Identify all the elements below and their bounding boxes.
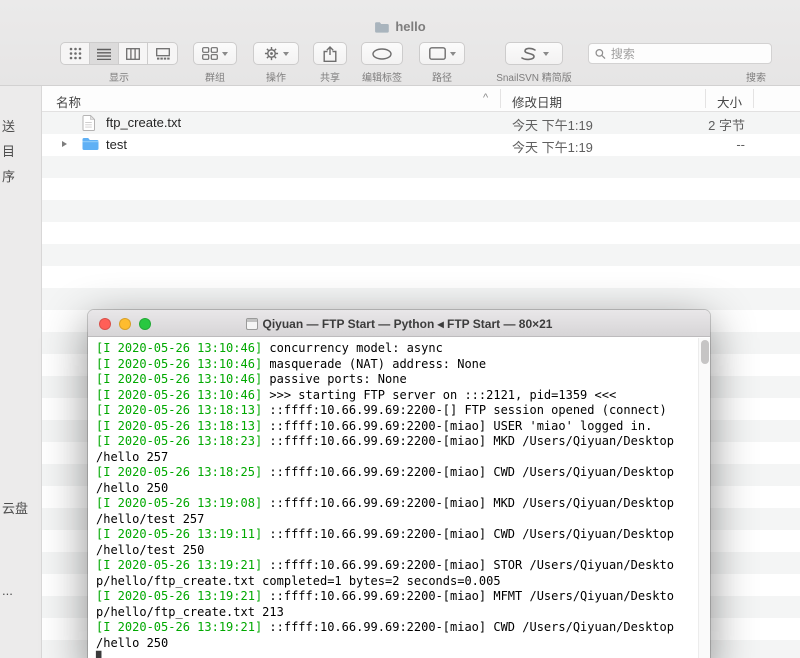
file-name[interactable]: ftp_create.txt xyxy=(106,115,181,130)
window-title: hello xyxy=(0,19,800,34)
path-label: 路径 xyxy=(419,69,465,84)
search-label: 搜索 xyxy=(726,69,786,84)
terminal-log-line: [I 2020-05-26 13:10:46] passive ports: N… xyxy=(96,372,694,388)
icon-view-button[interactable] xyxy=(61,43,90,64)
file-row-ftp-create[interactable]: ftp_create.txt 今天 下午1:19 2 字节 xyxy=(42,112,800,134)
terminal-log-line: [I 2020-05-26 13:19:21] ::ffff:10.66.99.… xyxy=(96,558,694,574)
file-size: 2 字节 xyxy=(708,115,745,134)
terminal-log-line: [I 2020-05-26 13:10:46] >>> starting FTP… xyxy=(96,388,694,404)
group-button[interactable] xyxy=(193,42,237,65)
terminal-log-line: p/hello/ftp_create.txt 213 xyxy=(96,605,694,621)
chevron-down-icon xyxy=(450,52,456,56)
gear-icon xyxy=(264,46,279,61)
file-name[interactable]: test xyxy=(106,137,127,152)
column-view-icon xyxy=(126,48,140,60)
column-view-button[interactable] xyxy=(119,43,148,64)
terminal-log-line: [I 2020-05-26 13:18:23] ::ffff:10.66.99.… xyxy=(96,434,694,450)
action-button[interactable] xyxy=(253,42,299,65)
terminal-log-line: [I 2020-05-26 13:18:13] ::ffff:10.66.99.… xyxy=(96,403,694,419)
sidebar-item-fragment[interactable]: 目 xyxy=(2,141,15,160)
view-label: 显示 xyxy=(60,69,178,84)
gallery-view-button[interactable] xyxy=(148,43,177,64)
group-icon xyxy=(202,47,218,60)
terminal-log-line: [I 2020-05-26 13:19:08] ::ffff:10.66.99.… xyxy=(96,496,694,512)
snailsvn-button[interactable] xyxy=(505,42,563,65)
edit-tags-button[interactable] xyxy=(361,42,403,65)
close-button[interactable] xyxy=(99,318,111,330)
terminal-window: Qiyuan — FTP Start — Python ◂ FTP Start … xyxy=(88,310,710,658)
terminal-log-line: /hello/test 250 xyxy=(96,543,694,559)
sidebar-item-fragment[interactable]: 送 xyxy=(2,116,15,135)
column-header-size[interactable]: 大小 xyxy=(717,92,742,111)
column-divider[interactable] xyxy=(753,89,754,108)
terminal-log-line: /hello/test 257 xyxy=(96,512,694,528)
edit-tags-label: 编辑标签 xyxy=(351,69,413,84)
file-modified-date: 今天 下午1:19 xyxy=(512,115,593,134)
terminal-output[interactable]: [I 2020-05-26 13:10:46] concurrency mode… xyxy=(88,337,710,658)
window-title-text: hello xyxy=(395,19,425,34)
terminal-log-line: [I 2020-05-26 13:10:46] concurrency mode… xyxy=(96,341,694,357)
search-input[interactable] xyxy=(611,47,765,61)
gallery-view-icon xyxy=(156,48,170,60)
chevron-down-icon xyxy=(543,52,549,56)
file-modified-date: 今天 下午1:19 xyxy=(512,137,593,156)
minimize-button[interactable] xyxy=(119,318,131,330)
share-button[interactable] xyxy=(313,42,347,65)
terminal-log-line: /hello 257 xyxy=(96,450,694,466)
terminal-title-text: Qiyuan — FTP Start — Python ◂ FTP Start … xyxy=(263,317,553,331)
finder-titlebar-toolbar: hello 显示 xyxy=(0,0,800,86)
list-view-icon xyxy=(97,48,111,60)
folder-proxy-icon xyxy=(374,21,389,33)
file-row-test[interactable]: test 今天 下午1:19 -- xyxy=(42,134,800,156)
share-label: 共享 xyxy=(313,69,347,84)
terminal-title: Qiyuan — FTP Start — Python ◂ FTP Start … xyxy=(88,310,710,337)
disclosure-triangle-icon[interactable] xyxy=(62,141,67,147)
search-icon xyxy=(595,48,606,60)
action-label: 操作 xyxy=(253,69,299,84)
finder-sidebar: 送目序云盘... xyxy=(0,86,42,658)
terminal-log-line: [I 2020-05-26 13:19:11] ::ffff:10.66.99.… xyxy=(96,527,694,543)
terminal-log-line: p/hello/ftp_create.txt completed=1 bytes… xyxy=(96,574,694,590)
column-header-modified[interactable]: 修改日期 xyxy=(512,92,562,111)
terminal-cursor: ▊ xyxy=(96,651,103,658)
terminal-log-line: [I 2020-05-26 13:19:21] ::ffff:10.66.99.… xyxy=(96,589,694,605)
snailsvn-icon xyxy=(519,47,539,61)
list-header: 名称 ^ 修改日期 大小 xyxy=(42,86,800,112)
terminal-log-line: /hello 250 xyxy=(96,636,694,652)
terminal-scrollbar[interactable] xyxy=(698,338,710,658)
path-button[interactable] xyxy=(419,42,465,65)
sidebar-item-fragment[interactable]: 序 xyxy=(2,166,15,185)
terminal-titlebar[interactable]: Qiyuan — FTP Start — Python ◂ FTP Start … xyxy=(88,310,710,337)
group-label: 群组 xyxy=(193,69,237,84)
terminal-log-line: [I 2020-05-26 13:18:13] ::ffff:10.66.99.… xyxy=(96,419,694,435)
share-icon xyxy=(323,46,337,62)
column-divider[interactable] xyxy=(500,89,501,108)
grid-view-icon xyxy=(69,47,82,60)
document-icon xyxy=(82,115,99,131)
terminal-scrollbar-thumb[interactable] xyxy=(701,340,709,364)
zoom-button[interactable] xyxy=(139,318,151,330)
screen: hello 显示 xyxy=(0,0,800,658)
sort-ascending-icon: ^ xyxy=(483,92,488,104)
terminal-proxy-icon xyxy=(246,318,258,330)
sidebar-item-fragment[interactable]: 云盘 xyxy=(2,498,28,517)
sidebar-item-fragment[interactable]: ... xyxy=(2,583,13,598)
traffic-lights xyxy=(99,318,151,330)
column-divider[interactable] xyxy=(705,89,706,108)
list-view-button[interactable] xyxy=(90,43,119,64)
chevron-down-icon xyxy=(222,52,228,56)
path-icon xyxy=(429,47,446,60)
folder-icon xyxy=(82,137,99,153)
snailsvn-label: SnailSVN 精简版 xyxy=(479,69,589,84)
search-field[interactable] xyxy=(588,43,772,64)
terminal-log-line: [I 2020-05-26 13:19:21] ::ffff:10.66.99.… xyxy=(96,620,694,636)
column-header-name[interactable]: 名称 xyxy=(56,92,81,111)
chevron-down-icon xyxy=(283,52,289,56)
tag-icon xyxy=(372,48,392,60)
terminal-log-line: /hello 250 xyxy=(96,481,694,497)
terminal-log-line: [I 2020-05-26 13:10:46] masquerade (NAT)… xyxy=(96,357,694,373)
view-mode-segmented-control xyxy=(60,42,178,65)
terminal-log-line: [I 2020-05-26 13:18:25] ::ffff:10.66.99.… xyxy=(96,465,694,481)
file-size: -- xyxy=(736,137,745,152)
